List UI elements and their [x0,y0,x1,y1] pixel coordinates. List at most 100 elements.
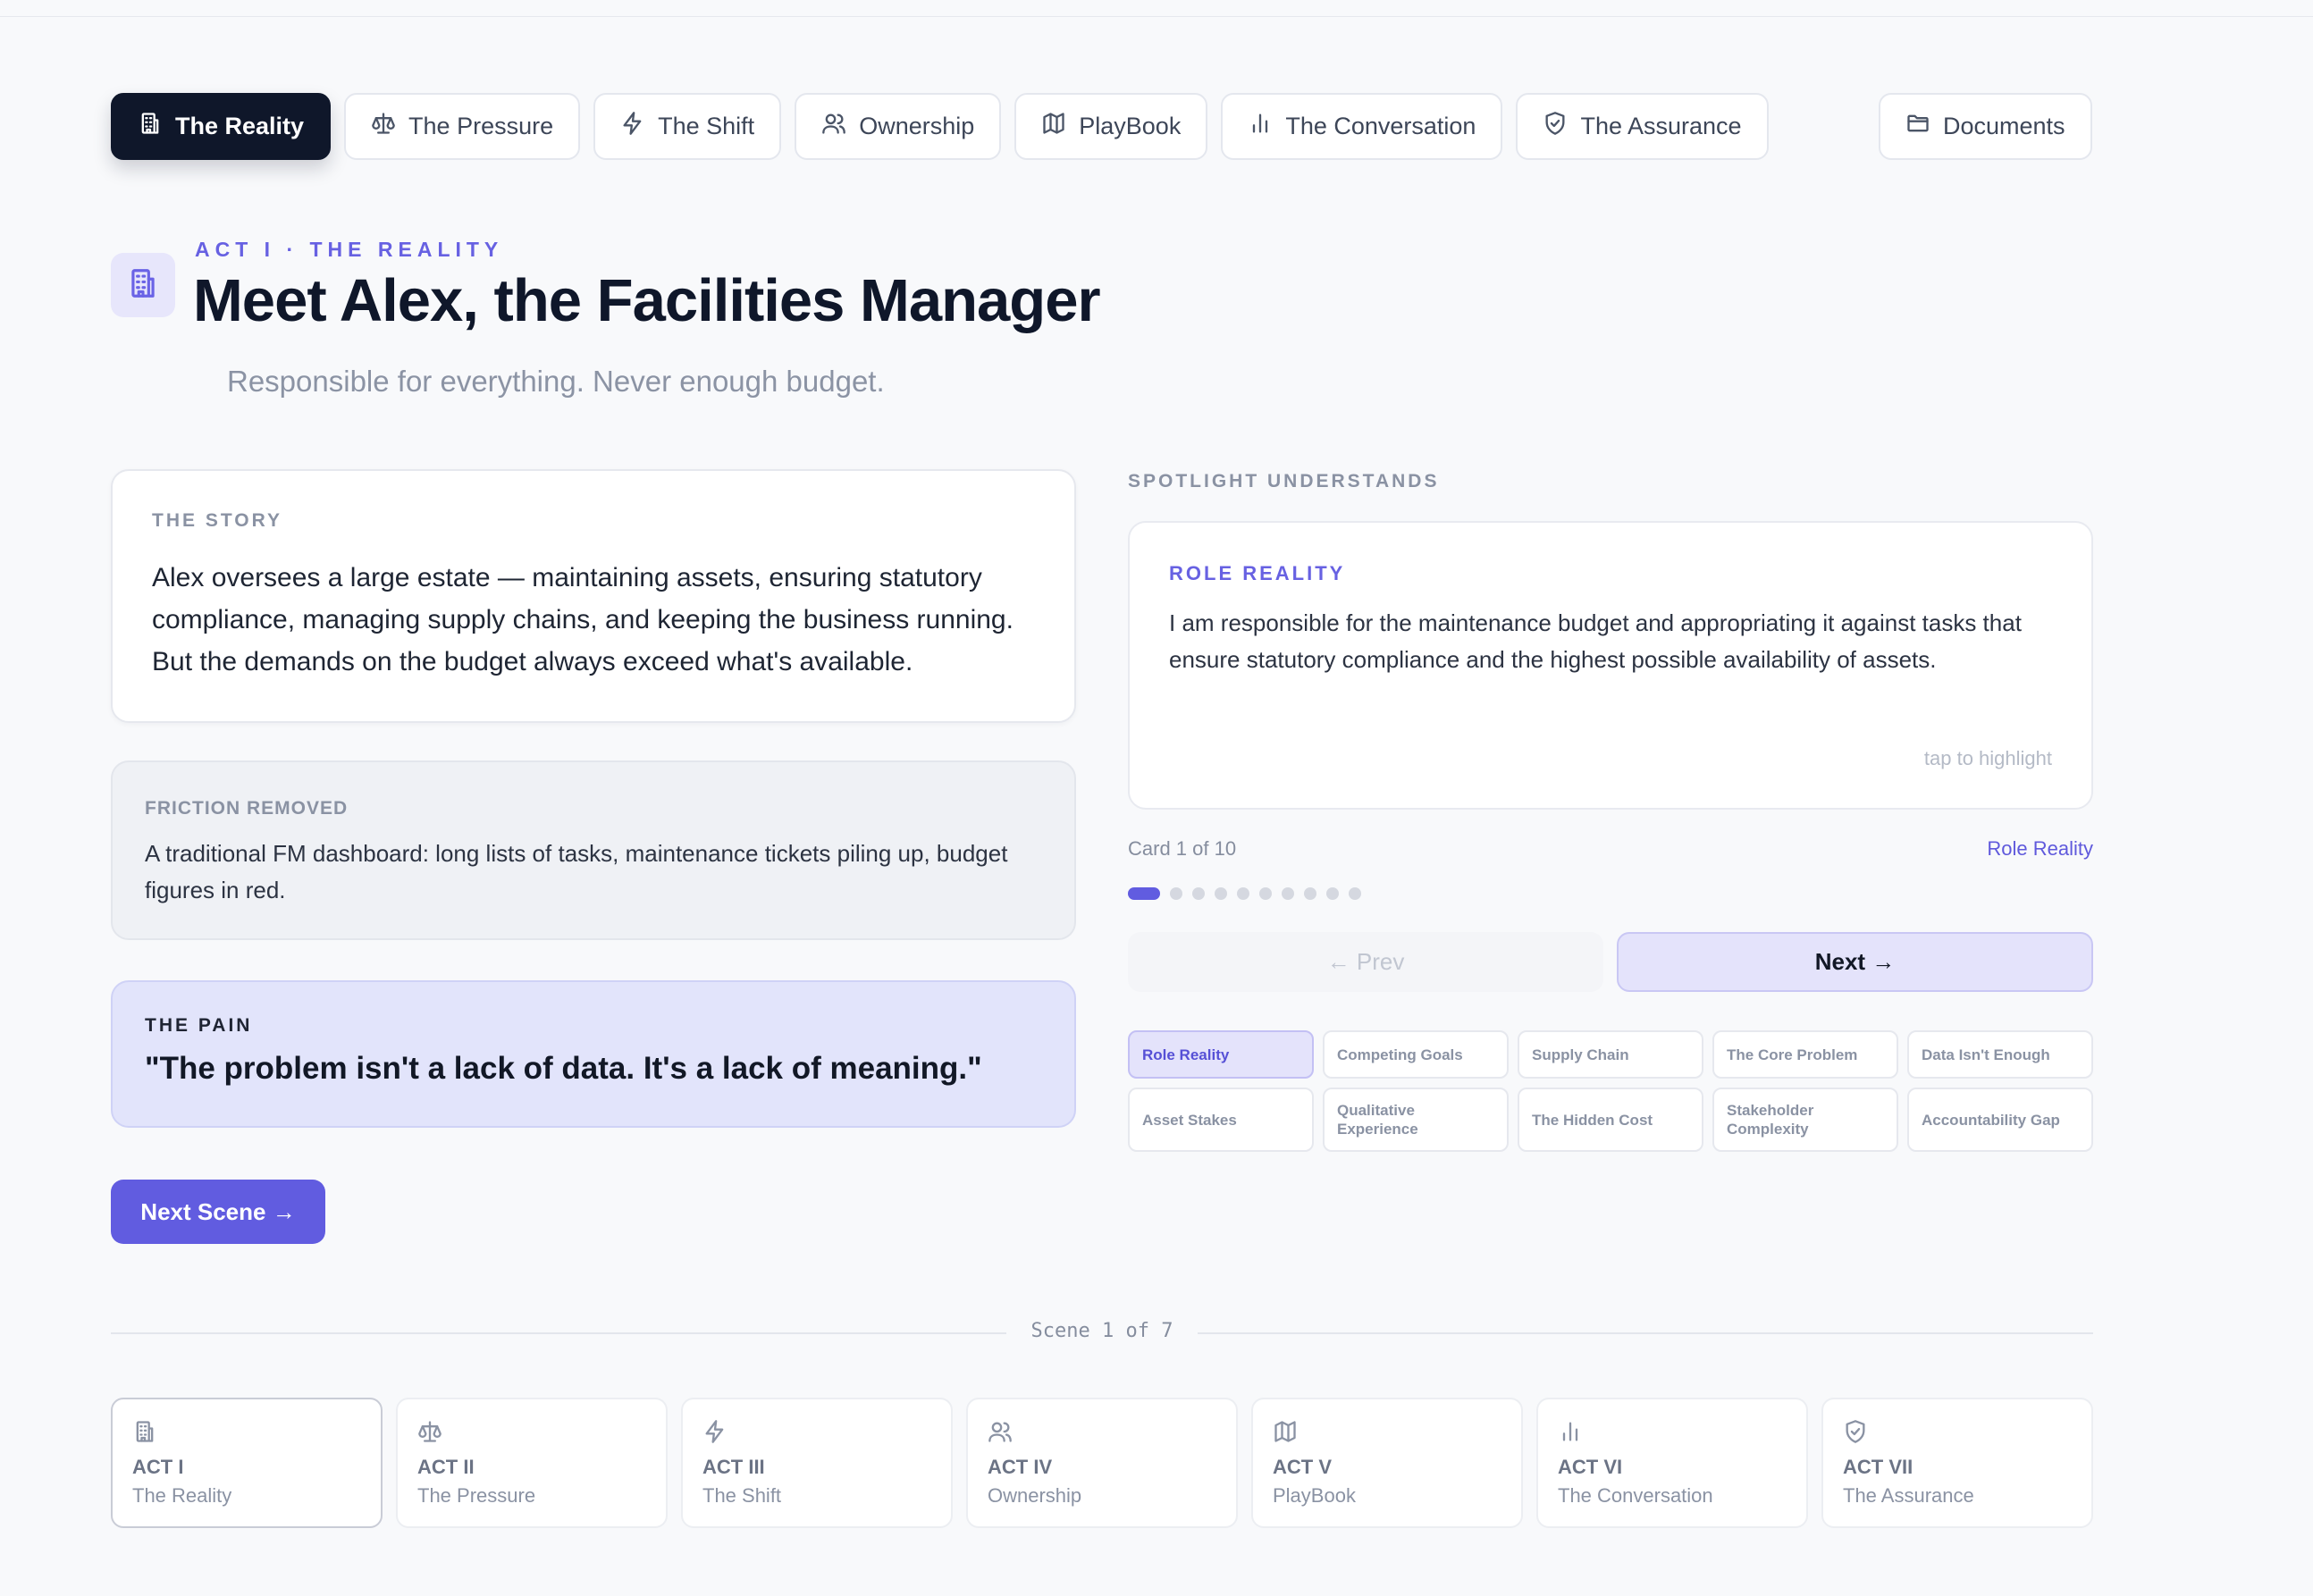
card-pagination [1128,887,1361,900]
page-subtitle: Responsible for everything. Never enough… [227,365,885,398]
story-card: THE STORY Alex oversees a large estate —… [111,469,1076,723]
nav-tab-the-pressure[interactable]: The Pressure [344,93,581,160]
act-name: The Pressure [417,1484,536,1507]
pagination-dot[interactable] [1192,887,1205,900]
act-card-1[interactable]: ACT I The Reality [111,1398,383,1528]
pain-label: THE PAIN [145,1015,253,1036]
current-card-name: Role Reality [1987,837,2093,860]
act-card-2[interactable]: ACT II The Pressure [396,1398,668,1528]
nav-tab-playbook[interactable]: PlayBook [1014,93,1208,160]
folder-icon [1905,111,1930,142]
chip-core-problem[interactable]: The Core Problem [1712,1030,1898,1079]
act-cards: ACT I The Reality ACT II The Pressure AC… [111,1398,2093,1528]
nav-tab-ownership[interactable]: Ownership [795,93,1002,160]
chip-supply-chain[interactable]: Supply Chain [1518,1030,1703,1079]
story-text: Alex oversees a large estate — maintaini… [152,563,1014,676]
act-name: Ownership [988,1484,1082,1507]
act-number: ACT IV [988,1456,1053,1478]
nav-tab-the-assurance[interactable]: The Assurance [1516,93,1769,160]
act-name: The Shift [702,1484,782,1507]
act-card-3[interactable]: ACT III The Shift [681,1398,953,1528]
next-scene-button[interactable]: Next Scene → [111,1180,325,1244]
spotlight-label: SPOTLIGHT UNDERSTANDS [1128,471,1440,491]
chip-competing-goals[interactable]: Competing Goals [1323,1030,1509,1079]
lightning-icon [620,111,645,142]
card-counter: Card 1 of 10 [1128,837,1237,860]
nav-tab-the-conversation[interactable]: The Conversation [1221,93,1503,160]
nav-tab-label: Ownership [859,113,975,139]
act-number: ACT VI [1558,1456,1623,1478]
chip-asset-stakes[interactable]: Asset Stakes [1128,1088,1314,1152]
chip-data-isnt-enough[interactable]: Data Isn't Enough [1907,1030,2093,1079]
next-scene-label: Next Scene → [140,1197,296,1225]
act-name: PlayBook [1273,1484,1356,1507]
spotlight-card-text: I am responsible for the maintenance bud… [1169,609,2022,673]
act-card-4[interactable]: ACT IV Ownership [966,1398,1238,1528]
friction-label: FRICTION REMOVED [145,798,349,819]
nav-tab-label: The Pressure [408,113,554,139]
nav-tab-label: The Conversation [1285,113,1476,139]
friction-text: A traditional FM dashboard: long lists o… [145,840,1008,903]
friction-card: FRICTION REMOVED A traditional FM dashbo… [111,760,1076,940]
footer-divider-right [1198,1332,2093,1334]
nav-tab-label: PlayBook [1079,113,1182,139]
chip-hidden-cost[interactable]: The Hidden Cost [1518,1088,1703,1152]
users-icon [988,1422,1013,1448]
page-title: Meet Alex, the Facilities Manager [193,267,1101,334]
act-card-7[interactable]: ACT VII The Assurance [1821,1398,2093,1528]
nav-tab-the-reality[interactable]: The Reality [111,93,332,160]
next-card-button[interactable]: Next → [1617,932,2093,992]
pagination-dot[interactable] [1282,887,1294,900]
pagination-dot[interactable] [1170,887,1182,900]
building-icon [132,1421,157,1448]
pagination-dot[interactable] [1304,887,1316,900]
bar-chart-icon [1248,111,1273,142]
act-nav: The Reality The Pressure The Shift Owner… [111,93,1769,160]
pagination-dot[interactable] [1326,887,1339,900]
tap-hint: tap to highlight [1923,747,2052,769]
top-divider [0,16,2313,17]
act-number: ACT V [1273,1456,1332,1478]
documents-label: Documents [1943,113,2065,139]
shield-icon [1543,111,1568,142]
nav-tab-the-shift[interactable]: The Shift [593,93,782,160]
pagination-dot[interactable] [1349,887,1361,900]
building-icon [126,266,160,305]
pain-quote: "The problem isn't a lack of data. It's … [145,1051,982,1086]
map-icon [1041,111,1066,142]
chip-qualitative-experience[interactable]: Qualitative Experience [1323,1088,1509,1152]
scene-indicator: Scene 1 of 7 [1030,1320,1173,1342]
act-card-6[interactable]: ACT VI The Conversation [1536,1398,1808,1528]
act-number: ACT II [417,1456,475,1478]
chip-accountability-gap[interactable]: Accountability Gap [1907,1088,2093,1152]
act-name: The Conversation [1558,1484,1713,1507]
spotlight-card-title: ROLE REALITY [1169,562,1346,584]
pagination-dot[interactable] [1237,887,1249,900]
act-eyebrow: ACT I · THE REALITY [195,238,504,261]
chip-stakeholder-complexity[interactable]: Stakeholder Complexity [1712,1088,1898,1152]
documents-button[interactable]: Documents [1879,93,2092,160]
pain-card: THE PAIN "The problem isn't a lack of da… [111,980,1076,1128]
act-badge [111,253,175,317]
nav-tab-label: The Assurance [1580,113,1742,139]
pagination-dot[interactable] [1215,887,1227,900]
act-name: The Assurance [1843,1484,1974,1507]
act-name: The Reality [132,1484,232,1507]
nav-tab-label: The Reality [175,113,305,139]
prev-card-button[interactable]: ← Prev [1128,932,1603,992]
pagination-dot[interactable] [1259,887,1272,900]
bar-chart-icon [1558,1422,1583,1448]
pagination-dot[interactable] [1128,887,1160,900]
chip-role-reality[interactable]: Role Reality [1128,1030,1314,1079]
act-card-5[interactable]: ACT V PlayBook [1251,1398,1523,1528]
next-label: Next → [1814,948,1896,975]
story-label: THE STORY [152,510,283,531]
building-icon [138,111,163,142]
card-chip-grid: Role Reality Competing Goals Supply Chai… [1128,1030,2093,1152]
act-number: ACT VII [1843,1456,1913,1478]
footer-divider-left [111,1332,1006,1334]
act-number: ACT III [702,1456,765,1478]
scale-icon [371,111,396,142]
spotlight-card[interactable]: ROLE REALITY I am responsible for the ma… [1128,521,2093,810]
users-icon [821,111,846,142]
